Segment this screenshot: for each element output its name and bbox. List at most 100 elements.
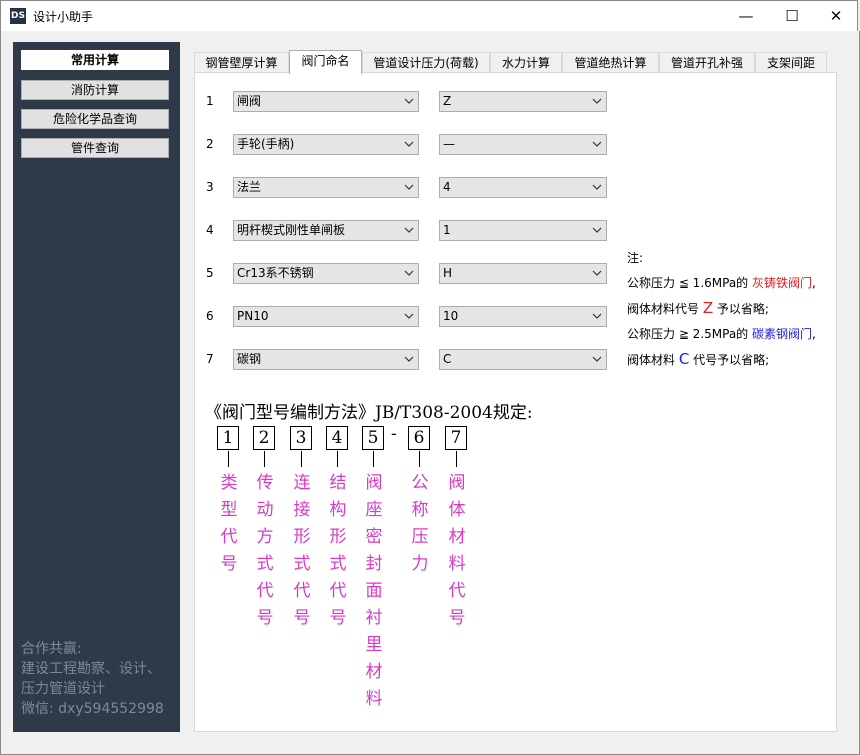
row-number: 6: [206, 309, 214, 323]
sidebar-item-fittings-query[interactable]: 管件查询: [21, 138, 169, 158]
close-button[interactable]: ✕: [813, 1, 859, 32]
select-value: Cr13系不锈钢: [237, 266, 314, 280]
code-position-label: 阀座密封面衬里材料: [365, 473, 383, 709]
code-position-label: 阀体材料代号: [448, 473, 466, 628]
note-text: 阀体材料: [627, 353, 679, 367]
valve-attribute-select[interactable]: 明杆楔式刚性单闸板: [233, 220, 419, 241]
select-value: 碳钢: [237, 352, 262, 366]
note-code-c: C: [678, 350, 690, 368]
select-value: C: [443, 352, 452, 366]
row-number: 1: [206, 94, 214, 108]
chevron-down-icon: [591, 221, 603, 240]
select-value: 10: [443, 309, 459, 323]
select-value: PN10: [237, 309, 269, 323]
tab-design-pressure[interactable]: 管道设计压力(荷载): [362, 52, 490, 73]
row-number: 7: [206, 352, 214, 366]
tab-hydraulic-calc[interactable]: 水力计算: [490, 52, 562, 73]
valve-attribute-select[interactable]: PN10: [233, 306, 419, 327]
footer-line: 合作共赢:: [21, 641, 82, 657]
note-text: 代号予以省略;: [689, 353, 770, 367]
connector-line: [373, 451, 374, 467]
valve-code-select[interactable]: —: [439, 134, 607, 155]
note-line-4: 阀体材料 C 代号予以省略;: [627, 347, 816, 373]
code-digit-box: 2: [253, 426, 275, 450]
connector-line: [337, 451, 338, 467]
note-text: 阀体材料代号: [627, 302, 703, 316]
chevron-down-icon: [591, 350, 603, 369]
valve-attribute-select[interactable]: 闸阀: [233, 91, 419, 112]
note-title: 注:: [627, 251, 644, 265]
row-number: 3: [206, 180, 214, 194]
select-value: 4: [443, 180, 451, 194]
maximize-button[interactable]: ☐: [769, 1, 815, 32]
note-line-3: 公称压力 ≧ 2.5MPa的 碳素钢阀门,: [627, 322, 816, 347]
chevron-down-icon: [403, 350, 415, 369]
window-title: 设计小助手: [33, 10, 94, 24]
valve-attribute-select[interactable]: 手轮(手柄): [233, 134, 419, 155]
chevron-down-icon: [591, 135, 603, 154]
minimize-button[interactable]: —: [723, 1, 769, 32]
tab-support-spacing[interactable]: 支架间距: [755, 52, 827, 73]
valve-code-select[interactable]: 4: [439, 177, 607, 198]
select-value: 法兰: [237, 180, 262, 194]
code-position-label: 类型代号: [220, 473, 238, 574]
code-position-label: 连接形式代号: [293, 473, 311, 628]
row-number: 4: [206, 223, 214, 237]
connector-line: [264, 451, 265, 467]
valve-attribute-select[interactable]: 法兰: [233, 177, 419, 198]
code-digit-box: 7: [445, 426, 467, 450]
note-code-z: Z: [702, 299, 714, 317]
code-position-label: 公称压力: [411, 473, 429, 574]
row-number: 2: [206, 137, 214, 151]
chevron-down-icon: [591, 178, 603, 197]
note-highlight-gray-cast-iron: 灰铸铁阀门: [752, 276, 813, 290]
chevron-down-icon: [403, 221, 415, 240]
note-highlight-carbon-steel: 碳素钢阀门: [752, 327, 813, 341]
tab-pipe-wall-thickness[interactable]: 钢管壁厚计算: [194, 52, 289, 73]
tab-valve-naming[interactable]: 阀门命名: [289, 50, 362, 74]
valve-code-select[interactable]: Z: [439, 91, 607, 112]
standard-heading: 《阀门型号编制方法》JB/T308-2004规定:: [205, 403, 533, 423]
valve-code-select[interactable]: 1: [439, 220, 607, 241]
sidebar-item-fire-calc[interactable]: 消防计算: [21, 80, 169, 100]
tab-insulation-calc[interactable]: 管道绝热计算: [562, 52, 659, 73]
note-text: ,: [812, 276, 816, 290]
chevron-down-icon: [591, 307, 603, 326]
title-bar: DS 设计小助手 — ☐ ✕: [0, 0, 858, 31]
connector-line: [419, 451, 420, 467]
connector-line: [228, 451, 229, 467]
chevron-down-icon: [591, 92, 603, 111]
chevron-down-icon: [403, 307, 415, 326]
valve-attribute-select[interactable]: Cr13系不锈钢: [233, 263, 419, 284]
sidebar: 常用计算 消防计算 危险化学品查询 管件查询 合作共赢: 建设工程勘察、设计、 …: [13, 42, 180, 732]
footer-line: 压力管道设计: [21, 681, 105, 697]
code-digit-box: 5: [362, 426, 384, 450]
chevron-down-icon: [403, 135, 415, 154]
valve-code-select[interactable]: H: [439, 263, 607, 284]
note-line-1: 公称压力 ≦ 1.6MPa的 灰铸铁阀门,: [627, 271, 816, 296]
footer-line: 建设工程勘察、设计、: [21, 661, 161, 677]
app-icon: DS: [10, 8, 26, 24]
note-text: 公称压力 ≦ 1.6MPa的: [627, 276, 752, 290]
note-box: 注: 公称压力 ≦ 1.6MPa的 灰铸铁阀门, 阀体材料代号 Z 予以省略; …: [627, 246, 816, 373]
note-text: ,: [812, 327, 816, 341]
code-digit-box: 4: [326, 426, 348, 450]
note-text: 公称压力 ≧ 2.5MPa的: [627, 327, 752, 341]
chevron-down-icon: [403, 264, 415, 283]
note-text: 予以省略;: [713, 302, 769, 316]
code-position-label: 结构形式代号: [329, 473, 347, 628]
tab-opening-reinforcement[interactable]: 管道开孔补强: [659, 52, 755, 73]
select-value: H: [443, 266, 453, 280]
valve-code-select[interactable]: C: [439, 349, 607, 370]
select-value: Z: [443, 94, 452, 108]
sidebar-item-common-calc[interactable]: 常用计算: [21, 50, 169, 70]
valve-code-select[interactable]: 10: [439, 306, 607, 327]
row-number: 5: [206, 266, 214, 280]
code-dash: -: [391, 424, 397, 444]
select-value: —: [443, 137, 455, 151]
sidebar-item-hazchem-query[interactable]: 危险化学品查询: [21, 109, 169, 129]
connector-line: [456, 451, 457, 467]
code-digit-box: 1: [217, 426, 239, 450]
valve-attribute-select[interactable]: 碳钢: [233, 349, 419, 370]
chevron-down-icon: [403, 92, 415, 111]
